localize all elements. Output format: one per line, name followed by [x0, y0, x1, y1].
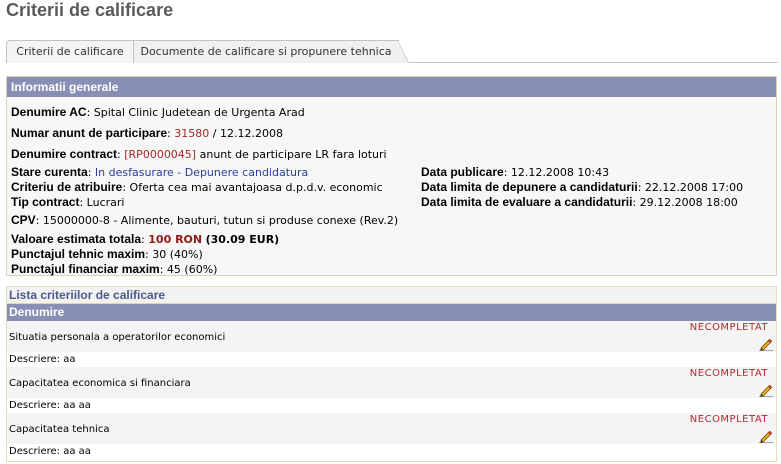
tab-bar: Criterii de calificare Documente de cali…: [6, 40, 778, 63]
tehnic-row: Punctajul tehnic maxim: 30 (40%): [11, 247, 203, 261]
financiar-label: Punctajul financiar maxim: [11, 262, 160, 276]
criteria-name: Capacitatea economica si financiara: [9, 378, 191, 389]
stare-label: Stare curenta: [11, 165, 88, 179]
criteria-column-header: Denumire: [7, 304, 776, 321]
valoare-sep: :: [141, 233, 145, 246]
stare-value: In desfasurare - Depunere candidatura: [94, 166, 309, 179]
denumire-contract-value: anunt de participare LR fara loturi: [199, 148, 387, 161]
criteriu-row: Criteriu de atribuire: Oferta cea mai av…: [11, 180, 383, 194]
criteria-name: Situatia personala a operatorilor econom…: [9, 332, 226, 343]
criteria-row: Situatia personala a operatorilor econom…: [7, 321, 776, 352]
page-title: Criterii de calificare: [6, 0, 174, 20]
denumire-contract-row: Denumire contract: [RP0000045] anunt de …: [11, 147, 387, 161]
denumire-contract-label: Denumire contract: [11, 147, 118, 161]
stare-row: Stare curenta: In desfasurare - Depunere…: [11, 165, 308, 179]
general-info-header: Informatii generale: [7, 77, 776, 97]
status-badge: NECOMPLETAT: [689, 322, 768, 333]
denumire-ac-row: Denumire AC: Spital Clinic Judetean de U…: [11, 105, 305, 119]
criteria-row: Capacitatea tehnica NECOMPLETAT: [7, 413, 776, 444]
tehnic-value: : 30 (40%): [145, 248, 203, 261]
denumire-ac-label: Denumire AC: [11, 105, 87, 119]
pencil-icon[interactable]: [759, 429, 773, 443]
criteria-name: Capacitatea tehnica: [9, 424, 110, 435]
criteria-row: Capacitatea economica si financiara NECO…: [7, 367, 776, 398]
publicare-value: : 12.12.2008 10:43: [503, 166, 610, 179]
evaluare-label: Data limita de evaluare a candidaturii: [421, 195, 633, 209]
tip-row: Tip contract: Lucrari: [11, 195, 124, 209]
cpv-value: : 15000000-8 - Alimente, bauturi, tutun …: [35, 214, 399, 227]
criteria-description: Descriere: aa: [7, 352, 776, 367]
cpv-label: CPV: [11, 213, 36, 227]
valoare-ron: 100 RON: [148, 233, 203, 246]
evaluare-value: : 29.12.2008 18:00: [632, 196, 738, 209]
valoare-eur: (30.09 EUR): [205, 233, 280, 246]
criteriu-label: Criteriu de atribuire: [11, 180, 123, 194]
valoare-row: Valoare estimata totala: 100 RON (30.09 …: [11, 232, 279, 246]
valoare-label: Valoare estimata totala: [11, 232, 142, 246]
denumire-contract-code[interactable]: [RP0000045]: [124, 148, 196, 161]
status-badge: NECOMPLETAT: [689, 414, 768, 425]
stare-sep: :: [87, 166, 92, 179]
pencil-icon[interactable]: [759, 383, 773, 397]
tip-label: Tip contract: [11, 195, 80, 209]
numar-anunt-label: Numar anunt de participare: [11, 126, 168, 140]
numar-anunt-sep: :: [167, 127, 171, 140]
financiar-row: Punctajul financiar maxim: 45 (60%): [11, 262, 217, 276]
criteriu-value: : Oferta cea mai avantajoasa d.p.d.v. ec…: [122, 181, 383, 194]
denumire-ac-value: : Spital Clinic Judetean de Urgenta Arad: [86, 106, 305, 119]
general-info-panel: Informatii generale Denumire AC: Spital …: [6, 76, 777, 276]
tehnic-label: Punctajul tehnic maxim: [11, 247, 146, 261]
publicare-row: Data publicare: 12.12.2008 10:43: [421, 165, 609, 179]
status-badge: NECOMPLETAT: [689, 368, 768, 379]
publicare-label: Data publicare: [421, 165, 504, 179]
numar-anunt-date: / 12.12.2008: [212, 127, 283, 140]
cpv-row: CPV: 15000000-8 - Alimente, bauturi, tut…: [11, 213, 398, 227]
depunere-row: Data limita de depunere a candidaturii: …: [421, 180, 743, 194]
denumire-contract-sep: :: [117, 148, 121, 161]
tab-documente-calificare[interactable]: Documente de calificare si propunere teh…: [133, 40, 409, 63]
pencil-icon[interactable]: [759, 337, 773, 351]
depunere-value: : 22.12.2008 17:00: [637, 181, 744, 194]
numar-anunt-number[interactable]: 31580: [174, 127, 209, 140]
numar-anunt-row: Numar anunt de participare: 31580 / 12.1…: [11, 126, 283, 140]
criteria-panel: Lista criteriilor de calificare Denumire…: [6, 286, 777, 462]
depunere-label: Data limita de depunere a candidaturii: [421, 180, 638, 194]
tip-value: : Lucrari: [79, 196, 125, 209]
evaluare-row: Data limita de evaluare a candidaturii: …: [421, 195, 738, 209]
tab-criterii-calificare[interactable]: Criterii de calificare: [6, 40, 134, 63]
criteria-description: Descriere: aa aa: [7, 398, 776, 413]
criteria-description: Descriere: aa aa: [7, 444, 776, 459]
financiar-value: : 45 (60%): [159, 263, 218, 276]
criteria-list-title: Lista criteriilor de calificare: [7, 287, 776, 304]
